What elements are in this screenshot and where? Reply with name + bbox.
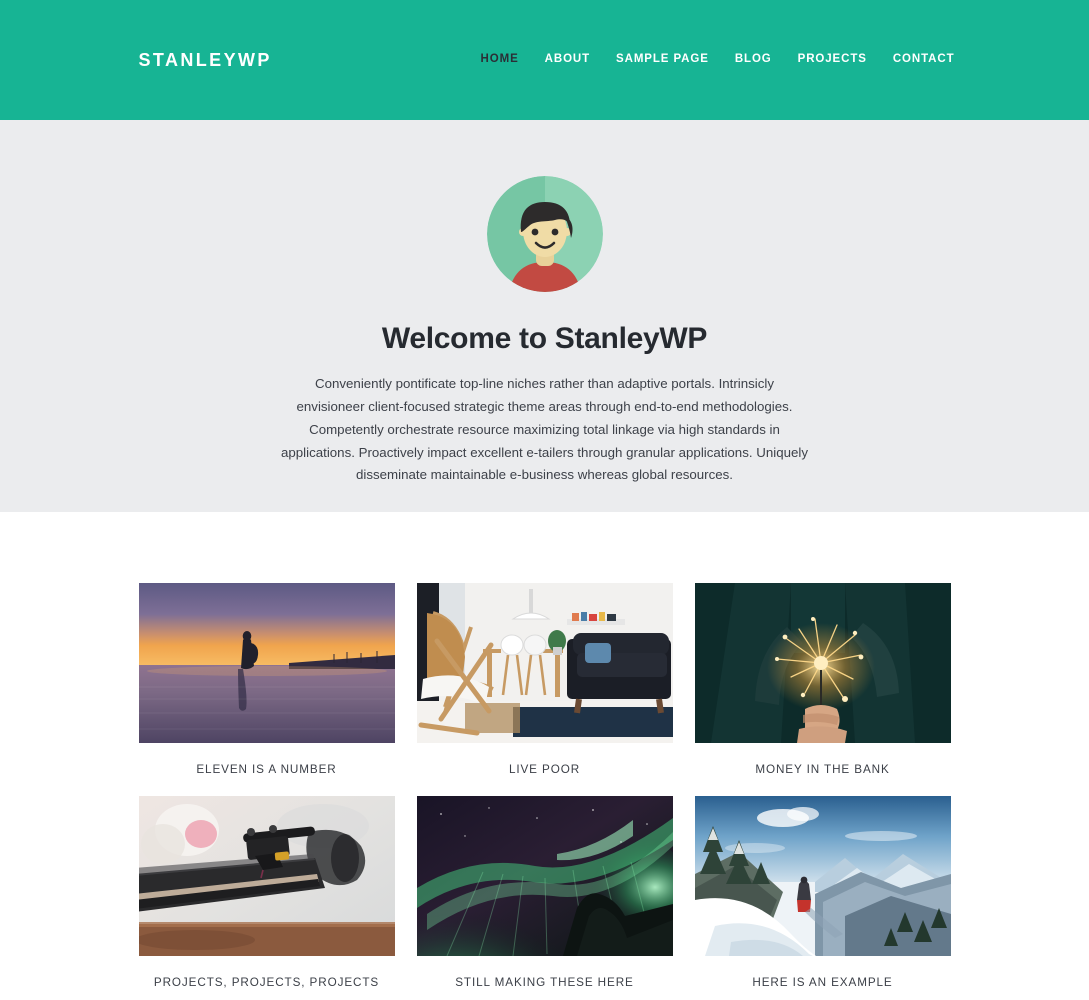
beach-sunset-silhouette-photo (138, 583, 395, 743)
main-navigation: HOME ABOUT SAMPLE PAGE BLOG PROJECTS CON… (468, 54, 955, 66)
project-card[interactable]: MONEY IN THE BANK (694, 583, 951, 777)
nav-item-blog[interactable]: BLOG (722, 54, 785, 66)
nav-item-home[interactable]: HOME (468, 54, 532, 66)
hero-description: Conveniently pontificate top-line niches… (281, 376, 808, 483)
nav-item-projects[interactable]: PROJECTS (785, 54, 880, 66)
project-card[interactable]: HERE IS AN EXAMPLE (694, 796, 951, 990)
project-card-title: ELEVEN IS A NUMBER (196, 763, 337, 776)
projects-section: ELEVEN IS A NUMBER LIVE POOR MONEY IN TH… (0, 512, 1089, 991)
project-card-title: MONEY IN THE BANK (755, 763, 890, 776)
sparkler-in-hands-dark-photo (694, 583, 951, 743)
nav-item-contact[interactable]: CONTACT (880, 54, 955, 66)
hero-section: Welcome to StanleyWP Conveniently pontif… (0, 120, 1089, 512)
project-card-title: LIVE POOR (508, 763, 581, 776)
project-card-title: HERE IS AN EXAMPLE (752, 976, 893, 990)
nav-item-sample-page[interactable]: SAMPLE PAGE (603, 54, 722, 66)
aurora-borealis-night-sky-photo (416, 796, 673, 957)
project-card[interactable]: STILL MAKING THESE HERE (416, 796, 673, 990)
person-avatar-icon (486, 176, 603, 292)
project-card[interactable]: LIVE POOR (416, 583, 673, 777)
snowy-mountain-hiker-photo (694, 796, 951, 957)
modern-living-room-interior-photo (416, 583, 673, 743)
projects-grid: ELEVEN IS A NUMBER LIVE POOR MONEY IN TH… (138, 583, 951, 990)
project-card[interactable]: ELEVEN IS A NUMBER (138, 583, 395, 777)
page-title: Welcome to StanleyWP (381, 322, 708, 355)
record-player-turntable-photo (138, 796, 395, 957)
project-card-title: STILL MAKING THESE HERE (455, 976, 634, 990)
site-logo[interactable]: STANLEYWP (139, 51, 272, 69)
header-inner: STANLEYWP HOME ABOUT SAMPLE PAGE BLOG PR… (135, 0, 955, 120)
nav-item-about[interactable]: ABOUT (532, 54, 603, 66)
site-header: STANLEYWP HOME ABOUT SAMPLE PAGE BLOG PR… (0, 0, 1089, 120)
project-card-title: PROJECTS, PROJECTS, PROJECTS (153, 976, 380, 990)
project-card[interactable]: PROJECTS, PROJECTS, PROJECTS (138, 796, 395, 990)
